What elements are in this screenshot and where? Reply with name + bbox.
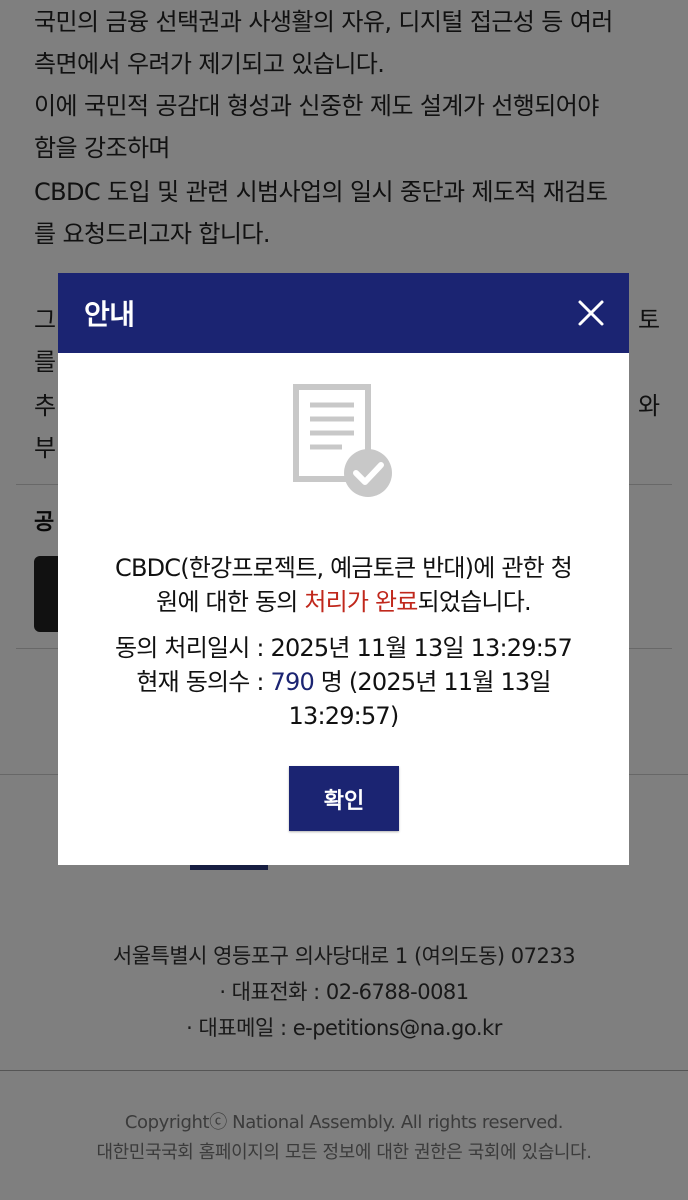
message-line1: CBDC(한강프로젝트, 예금토큰 반대)에 관한 청	[114, 554, 573, 582]
message-line2-prefix: 원에 대한 동의	[156, 588, 305, 616]
agreement-count: 790	[270, 668, 315, 696]
count-time: 13:29:57)	[288, 702, 400, 730]
notice-modal: 안내 CBDC(한강프로젝트, 예금토큰 반대)에 관한 청 원에 대한 동의 …	[58, 273, 629, 865]
page: 국민의 금융 선택권과 사생활의 자유, 디지털 접근성 등 여러 측면에서 우…	[0, 0, 688, 1200]
modal-header: 안내	[58, 273, 629, 353]
confirm-button[interactable]: 확인	[289, 766, 399, 831]
agreement-info: 동의 처리일시 : 2025년 11월 13일 13:29:57 현재 동의수 …	[82, 631, 605, 733]
count-suffix: 명 (2025년 11월 13일	[313, 668, 552, 696]
completion-message: CBDC(한강프로젝트, 예금토큰 반대)에 관한 청 원에 대한 동의 처리가…	[82, 551, 605, 619]
document-check-icon	[293, 384, 392, 497]
close-button[interactable]	[571, 293, 611, 333]
modal-title: 안내	[84, 298, 135, 331]
count-label: 현재 동의수 :	[136, 668, 271, 696]
message-highlight: 처리가 완료	[304, 588, 418, 616]
close-icon	[578, 300, 604, 326]
processed-time: 동의 처리일시 : 2025년 11월 13일 13:29:57	[115, 634, 573, 662]
message-suffix: 되었습니다.	[417, 588, 532, 616]
